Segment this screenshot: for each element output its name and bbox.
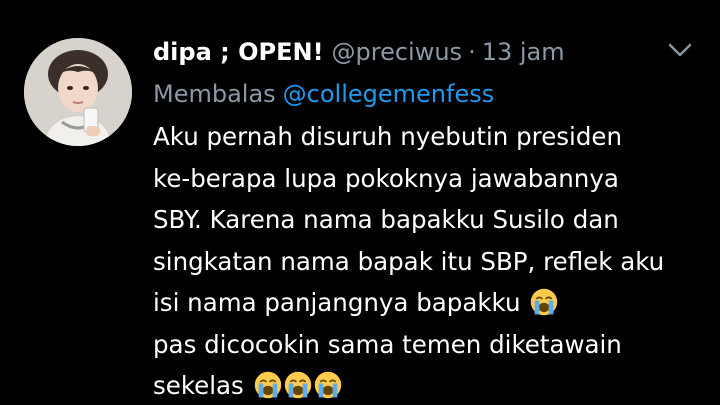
loudly-crying-face-icon — [314, 371, 341, 399]
separator-dot: · — [468, 38, 476, 66]
tweet-text-segment: isi nama panjangnya bapakku — [153, 288, 521, 317]
reply-prefix: Membalas — [153, 80, 276, 108]
tweet[interactable]: dipa ; OPEN! @preciwus · 13 jam Membalas… — [0, 0, 720, 405]
loudly-crying-face-icon — [531, 288, 558, 316]
loudly-crying-face-icon — [254, 371, 281, 399]
reply-context: Membalas @collegemenfess — [153, 74, 494, 114]
tweet-header: dipa ; OPEN! @preciwus · 13 jam — [153, 30, 565, 74]
tweet-text-line: pas dicocokin sama temen diketawain — [153, 329, 622, 359]
tweet-text-line-with-emoji: sekelas — [153, 365, 708, 405]
tweet-text-line: ke-berapa lupa pokoknya jawabannya — [153, 163, 619, 193]
loudly-crying-face-icon — [284, 371, 311, 399]
user-handle[interactable]: @preciwus — [332, 30, 463, 74]
tweet-text-line: Aku pernah disuruh nyebutin presiden — [153, 122, 622, 151]
reply-mention-link[interactable]: @collegemenfess — [283, 80, 495, 108]
avatar[interactable] — [24, 38, 132, 146]
tweet-text-line-with-emoji: isi nama panjangnya bapakku — [153, 282, 708, 324]
display-name[interactable]: dipa ; OPEN! — [153, 30, 324, 74]
avatar-photo — [24, 38, 132, 146]
timestamp[interactable]: 13 jam — [482, 30, 565, 74]
tweet-text-line: singkatan nama bapak itu SBP, reflek aku — [153, 246, 665, 276]
tweet-text-line: SBY. Karena nama bapakku Susilo dan — [153, 205, 619, 234]
chevron-down-icon[interactable] — [667, 40, 693, 60]
tweet-text: Aku pernah disuruh nyebutin presiden ke-… — [153, 116, 708, 405]
tweet-text-segment: sekelas — [153, 371, 244, 400]
